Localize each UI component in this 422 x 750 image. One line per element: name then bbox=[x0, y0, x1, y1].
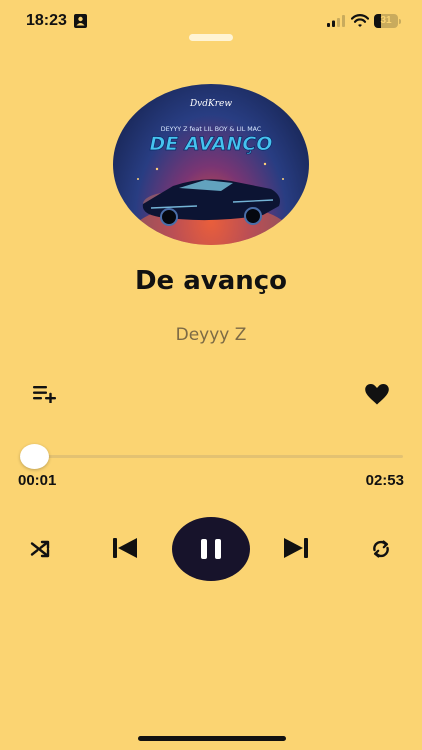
album-credits: DEYYY Z feat LIL BOY & LIL MAC bbox=[161, 126, 262, 133]
wifi-icon bbox=[351, 14, 369, 27]
seek-thumb[interactable] bbox=[20, 444, 49, 469]
album-brand: DvdKrew bbox=[189, 99, 232, 109]
add-to-queue-button[interactable] bbox=[28, 380, 62, 408]
previous-icon bbox=[113, 538, 137, 558]
battery-icon: 31 bbox=[374, 14, 401, 28]
repeat-icon bbox=[373, 540, 389, 558]
favorite-button[interactable] bbox=[360, 380, 394, 408]
pause-icon bbox=[201, 539, 221, 559]
pause-button[interactable] bbox=[172, 517, 250, 581]
contact-card-icon bbox=[74, 14, 87, 28]
home-indicator[interactable] bbox=[138, 736, 286, 741]
add-to-queue-icon bbox=[33, 386, 56, 403]
album-art: DvdKrew DEYYY Z feat LIL BOY & LIL MAC D… bbox=[113, 84, 309, 245]
battery-level-text: 31 bbox=[380, 15, 392, 26]
album-art-image: DvdKrew DEYYY Z feat LIL BOY & LIL MAC D… bbox=[131, 99, 291, 245]
seek-bar[interactable] bbox=[20, 455, 403, 458]
time-total: 02:53 bbox=[365, 472, 404, 489]
album-cover-title: DE AVANÇO bbox=[150, 133, 273, 155]
artist-name[interactable]: Deyyy Z bbox=[0, 325, 422, 345]
next-track-button[interactable] bbox=[281, 533, 311, 563]
sheet-grabber[interactable] bbox=[189, 34, 233, 41]
status-time: 18:23 bbox=[26, 12, 67, 29]
heart-icon bbox=[365, 383, 389, 404]
signal-icon bbox=[327, 15, 345, 27]
time-elapsed: 00:01 bbox=[18, 472, 57, 489]
shuffle-button[interactable] bbox=[25, 535, 55, 563]
song-title: De avanço bbox=[134, 266, 288, 296]
previous-track-button[interactable] bbox=[110, 533, 140, 563]
shuffle-icon bbox=[30, 540, 50, 558]
next-icon bbox=[284, 538, 308, 558]
repeat-button[interactable] bbox=[366, 535, 396, 563]
